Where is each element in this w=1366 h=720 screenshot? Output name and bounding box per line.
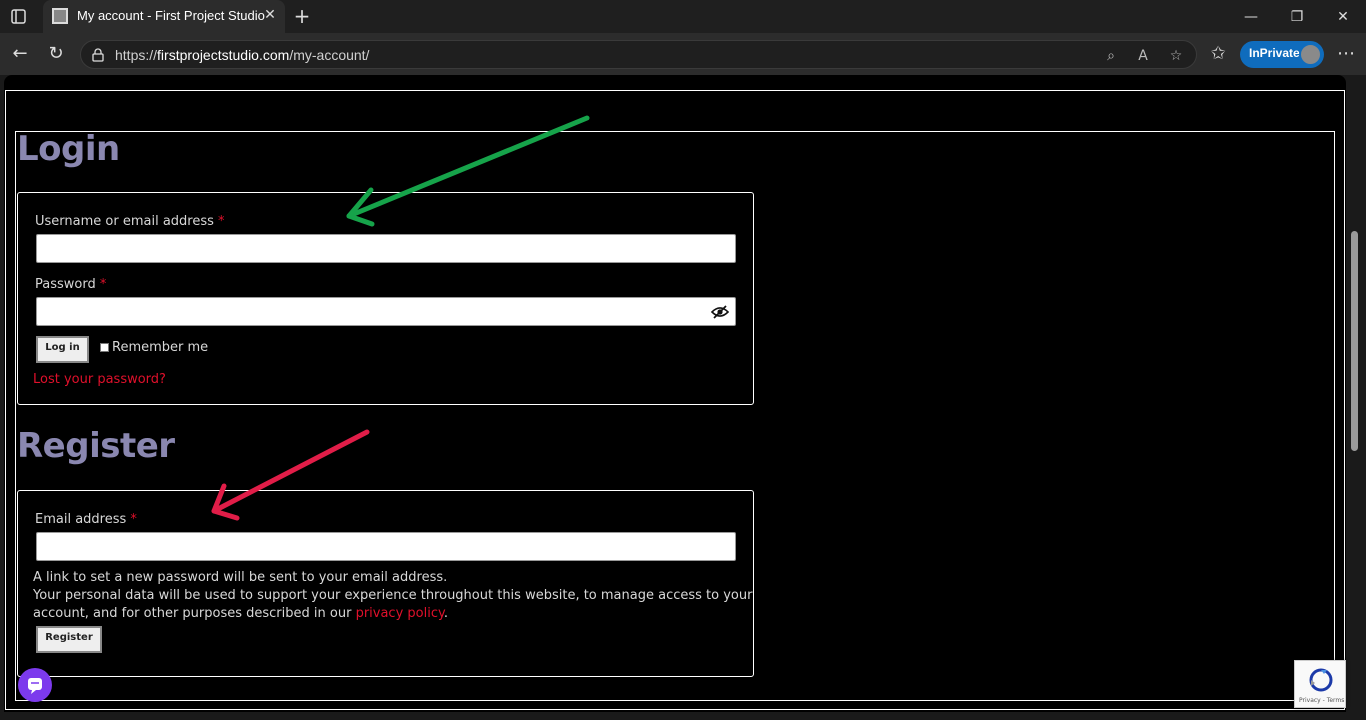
minimize-icon[interactable]: — bbox=[1241, 8, 1261, 26]
privacy-policy-link[interactable]: privacy policy bbox=[356, 606, 444, 621]
password-label: Password * bbox=[35, 277, 107, 292]
privacy-text-line2: account, and for other purposes describe… bbox=[33, 606, 448, 621]
inprivate-label: InPrivate bbox=[1249, 46, 1300, 60]
tab-actions-icon[interactable] bbox=[8, 7, 30, 27]
remember-me-label: Remember me bbox=[112, 340, 209, 355]
lock-icon[interactable] bbox=[91, 47, 105, 62]
browser-tab[interactable]: My account - First Project Studio ✕ bbox=[43, 0, 285, 33]
browser-toolbar: ← ↻ https://firstprojectstudio.com/my-ac… bbox=[0, 33, 1366, 75]
page-scrollbar[interactable] bbox=[1350, 75, 1360, 712]
privacy-text-line1: Your personal data will be used to suppo… bbox=[33, 588, 753, 603]
site-favicon-icon bbox=[52, 8, 68, 24]
tab-close-icon[interactable]: ✕ bbox=[262, 7, 278, 23]
login-form: Username or email address * Password * L… bbox=[17, 192, 754, 405]
chat-widget-button[interactable] bbox=[18, 668, 52, 702]
email-input[interactable] bbox=[36, 532, 736, 561]
chat-bubble-icon bbox=[28, 678, 42, 694]
password-info-text: A link to set a new password will be sen… bbox=[33, 570, 448, 585]
username-input[interactable] bbox=[36, 234, 736, 263]
new-tab-icon[interactable]: + bbox=[292, 6, 312, 26]
remember-me-checkbox[interactable] bbox=[100, 343, 109, 352]
favorites-icon[interactable]: ✩ bbox=[1207, 43, 1229, 65]
restore-icon[interactable]: ❐ bbox=[1287, 8, 1307, 26]
show-password-icon[interactable] bbox=[710, 304, 730, 320]
browser-tab-bar: My account - First Project Studio ✕ + — … bbox=[0, 0, 1366, 33]
back-icon[interactable]: ← bbox=[9, 43, 31, 65]
page-content: Login Username or email address * Passwo… bbox=[4, 75, 1346, 712]
lost-password-link[interactable]: Lost your password? bbox=[33, 372, 166, 387]
recaptcha-terms: Privacy - Terms bbox=[1299, 697, 1345, 704]
recaptcha-badge[interactable]: Privacy - Terms bbox=[1294, 660, 1346, 708]
login-button[interactable]: Log in bbox=[36, 336, 89, 363]
more-menu-icon[interactable]: ⋯ bbox=[1335, 43, 1357, 65]
tab-title: My account - First Project Studio bbox=[77, 8, 265, 23]
refresh-icon[interactable]: ↻ bbox=[45, 43, 67, 65]
password-input[interactable] bbox=[36, 297, 736, 326]
username-label: Username or email address * bbox=[35, 214, 225, 229]
page-viewport: Login Username or email address * Passwo… bbox=[0, 75, 1366, 720]
scrollbar-thumb[interactable] bbox=[1351, 231, 1358, 451]
register-button[interactable]: Register bbox=[36, 626, 102, 653]
register-form: Email address * A link to set a new pass… bbox=[17, 490, 754, 677]
recaptcha-logo-icon bbox=[1309, 668, 1333, 692]
address-bar[interactable]: https://firstprojectstudio.com/my-accoun… bbox=[80, 40, 1197, 69]
read-aloud-icon[interactable]: A bbox=[1134, 47, 1152, 65]
inprivate-badge[interactable]: InPrivate bbox=[1240, 41, 1324, 68]
url-text[interactable]: https://firstprojectstudio.com/my-accoun… bbox=[115, 47, 369, 63]
zoom-icon[interactable]: ⌕ bbox=[1102, 47, 1120, 65]
register-heading: Register bbox=[17, 426, 175, 466]
favorite-star-icon[interactable]: ☆ bbox=[1167, 47, 1185, 65]
email-label: Email address * bbox=[35, 512, 137, 527]
login-heading: Login bbox=[17, 129, 120, 169]
profile-avatar bbox=[1299, 43, 1322, 66]
window-close-icon[interactable]: ✕ bbox=[1333, 8, 1353, 26]
